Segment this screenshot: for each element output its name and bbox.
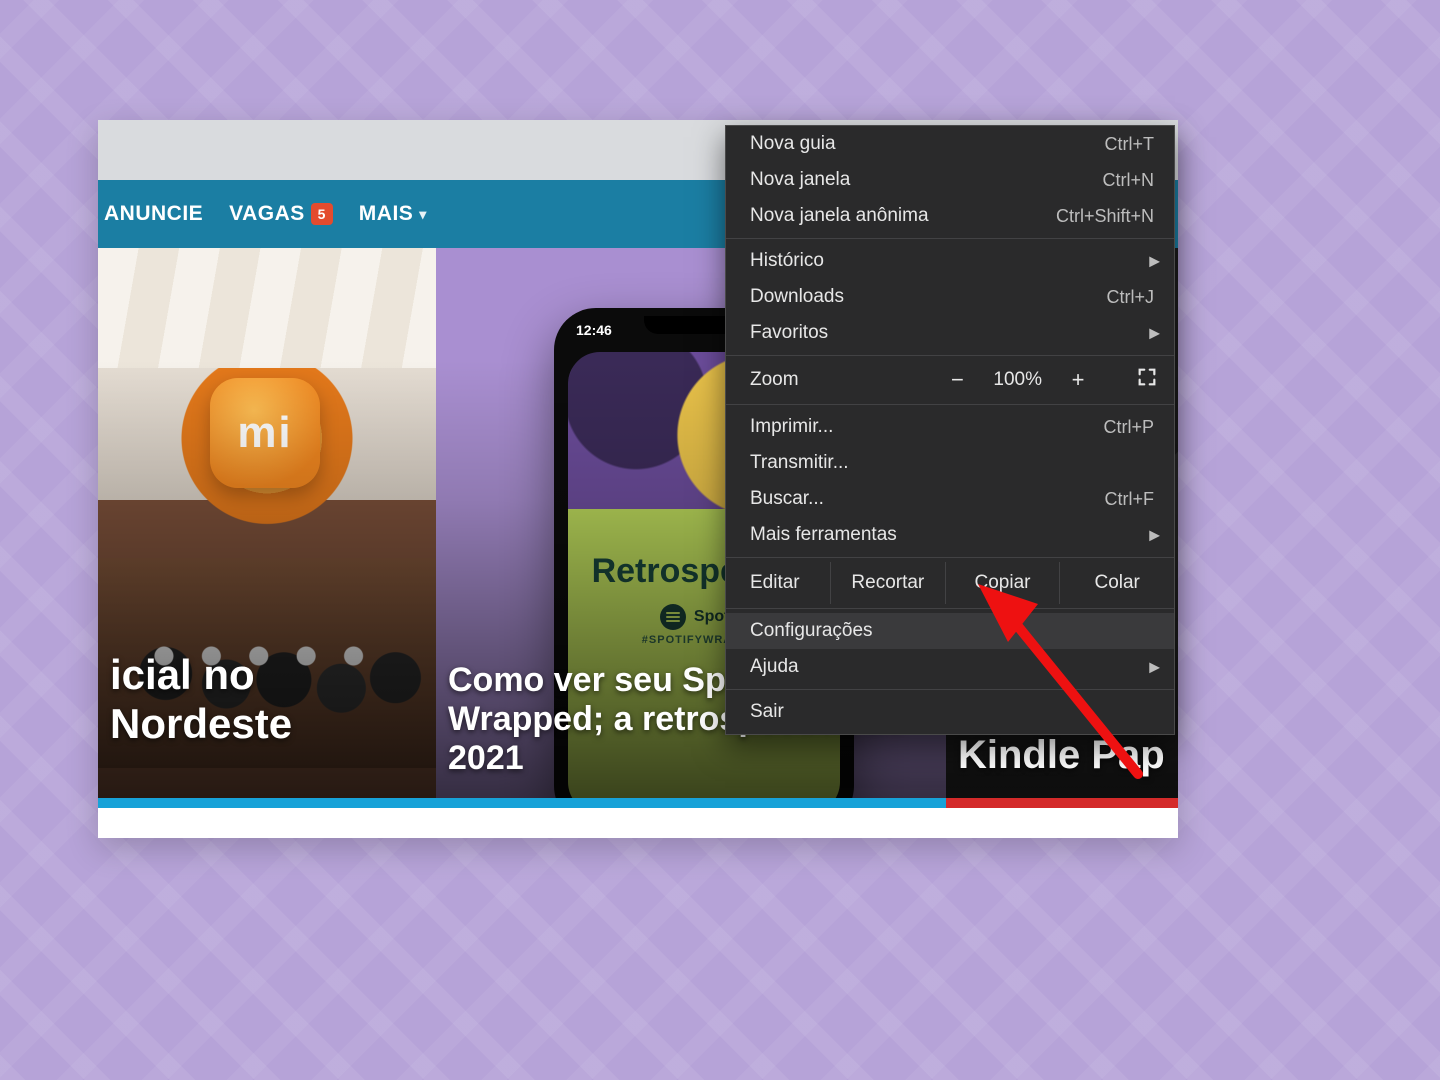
menu-history[interactable]: Histórico ▶ [726,243,1174,279]
nav-mais-label: MAIS [359,202,414,226]
menu-downloads[interactable]: Downloads Ctrl+J [726,279,1174,315]
submenu-arrow-icon: ▶ [1149,325,1160,342]
story-tile-1[interactable]: mi icial no Nordeste [98,248,436,808]
menu-edit-row: Editar Recortar Copiar Colar [726,562,1174,604]
menu-paste[interactable]: Colar [1059,562,1174,604]
menu-find-label: Buscar... [750,488,1105,510]
submenu-arrow-icon: ▶ [1149,659,1160,676]
menu-settings-label: Configurações [750,620,1154,642]
menu-new-tab-shortcut: Ctrl+T [1105,134,1155,155]
menu-zoom-label: Zoom [750,369,945,391]
menu-edit-label: Editar [726,562,830,604]
menu-more-tools[interactable]: Mais ferramentas ▶ [726,517,1174,553]
nav-anuncie[interactable]: ANUNCIE [104,202,203,226]
story-1-accent [98,798,436,808]
menu-find-shortcut: Ctrl+F [1105,489,1155,510]
menu-history-label: Histórico [750,250,1154,272]
menu-cast-label: Transmitir... [750,452,1154,474]
nav-mais[interactable]: MAIS ▾ [359,202,427,226]
submenu-arrow-icon: ▶ [1149,527,1160,544]
story-3-accent [946,798,1178,808]
menu-print-shortcut: Ctrl+P [1103,417,1154,438]
menu-settings[interactable]: Configurações [726,613,1174,649]
menu-new-window[interactable]: Nova janela Ctrl+N [726,162,1174,198]
nav-vagas-label: VAGAS [229,202,305,226]
menu-find[interactable]: Buscar... Ctrl+F [726,481,1174,517]
menu-print-label: Imprimir... [750,416,1103,438]
zoom-in-button[interactable]: + [1066,369,1090,391]
nav-vagas-badge: 5 [311,203,333,225]
zoom-out-button[interactable]: − [945,369,969,391]
menu-separator [726,557,1174,558]
story-1-headline: icial no Nordeste [110,651,424,748]
fullscreen-icon[interactable] [1136,366,1158,394]
menu-separator [726,608,1174,609]
menu-new-tab[interactable]: Nova guia Ctrl+T [726,126,1174,162]
menu-downloads-label: Downloads [750,286,1106,308]
browser-overflow-menu: Nova guia Ctrl+T Nova janela Ctrl+N Nova… [725,125,1175,735]
menu-bookmarks[interactable]: Favoritos ▶ [726,315,1174,351]
chevron-down-icon: ▾ [419,206,427,223]
nav-anuncie-label: ANUNCIE [104,202,203,226]
menu-new-tab-label: Nova guia [750,133,1105,155]
menu-exit[interactable]: Sair [726,694,1174,730]
menu-incognito-label: Nova janela anônima [750,205,1056,227]
menu-bookmarks-label: Favoritos [750,322,1154,344]
menu-incognito[interactable]: Nova janela anônima Ctrl+Shift+N [726,198,1174,234]
menu-separator [726,689,1174,690]
menu-more-tools-label: Mais ferramentas [750,524,1154,546]
nav-vagas[interactable]: VAGAS 5 [229,202,333,226]
menu-new-window-label: Nova janela [750,169,1102,191]
menu-cut[interactable]: Recortar [830,562,945,604]
menu-zoom: Zoom − 100% + [726,360,1174,400]
menu-help[interactable]: Ajuda ▶ [726,649,1174,685]
menu-cast[interactable]: Transmitir... [726,445,1174,481]
menu-incognito-shortcut: Ctrl+Shift+N [1056,206,1154,227]
menu-separator [726,404,1174,405]
menu-new-window-shortcut: Ctrl+N [1102,170,1154,191]
menu-print[interactable]: Imprimir... Ctrl+P [726,409,1174,445]
menu-copy[interactable]: Copiar [945,562,1060,604]
menu-separator [726,238,1174,239]
menu-downloads-shortcut: Ctrl+J [1106,287,1154,308]
menu-separator [726,355,1174,356]
story-2-accent [436,798,946,808]
submenu-arrow-icon: ▶ [1149,253,1160,270]
menu-help-label: Ajuda [750,656,1154,678]
story-3-headline: Kindle Pap [958,732,1166,778]
zoom-value: 100% [993,369,1042,391]
menu-exit-label: Sair [750,701,1154,723]
